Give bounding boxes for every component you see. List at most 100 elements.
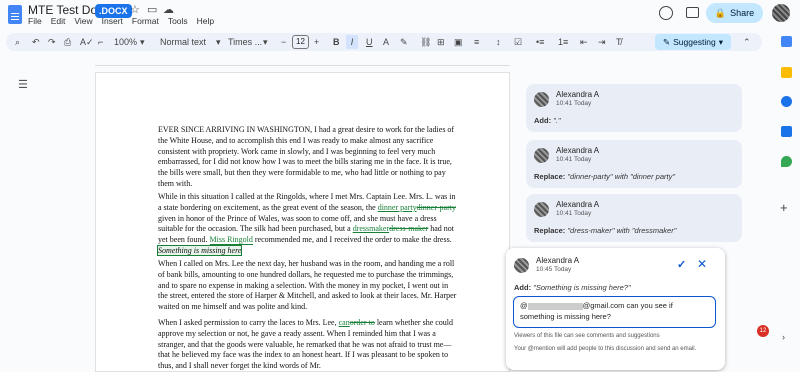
chevron-down-icon: ▾ xyxy=(718,36,723,47)
suggested-insertion[interactable]: dressmaker xyxy=(353,224,389,233)
contacts-icon[interactable] xyxy=(781,126,792,137)
pencil-icon: ✎ xyxy=(663,36,671,47)
share-label: Share xyxy=(730,8,755,18)
paragraph: EVER SINCE ARRIVING IN WASHINGTON, I had… xyxy=(158,125,455,188)
mention-note: Your @mention will add people to this di… xyxy=(514,346,697,352)
bulleted-list-icon[interactable]: •≡ xyxy=(536,35,544,49)
decrease-font-icon[interactable]: − xyxy=(281,35,286,49)
suggested-deletion[interactable]: dinner-party xyxy=(417,203,456,212)
style-select[interactable]: Normal text xyxy=(160,35,206,49)
folder-move-icon[interactable]: ▭ xyxy=(147,3,157,16)
suggestion-card[interactable]: Alexandra A 10:41 Today Replace: "dress-… xyxy=(526,194,742,242)
redacted-email xyxy=(527,302,583,310)
avatar xyxy=(534,202,549,217)
comments-icon[interactable] xyxy=(686,7,699,18)
mode-label: Suggesting xyxy=(673,37,716,47)
paragraph: When I asked permission to carry the lac… xyxy=(158,318,454,371)
menu-view[interactable]: View xyxy=(74,16,92,26)
paragraph: While in this situation I called at the … xyxy=(156,192,456,256)
avatar xyxy=(514,258,529,273)
suggestion-text: Replace: "dinner-party" with "dinner par… xyxy=(534,172,676,181)
chevron-down-icon: ▾ xyxy=(216,37,221,47)
menu-file[interactable]: File xyxy=(28,16,42,26)
suggested-deletion[interactable]: dress-maker xyxy=(389,224,428,233)
print-icon[interactable]: ⎙ xyxy=(64,35,71,49)
version-history-icon[interactable] xyxy=(659,6,673,20)
keep-icon[interactable] xyxy=(781,67,792,78)
commenter-name: Alexandra A xyxy=(556,200,600,209)
increase-indent-icon[interactable]: ⇥ xyxy=(598,35,606,49)
suggested-insertion[interactable]: dinner party xyxy=(378,203,417,212)
paragraph: When I called on Mrs. Lee the next day, … xyxy=(158,259,457,312)
highlight-icon[interactable]: ✎ xyxy=(400,35,408,49)
increase-font-icon[interactable]: + xyxy=(314,35,319,49)
font-size-input[interactable]: 12 xyxy=(292,35,309,49)
paint-format-icon[interactable]: ⌐ xyxy=(98,35,103,49)
suggesting-mode-button[interactable]: ✎ Suggesting ▾ xyxy=(655,34,731,50)
suggestion-text: Add: "Something is missing here?" xyxy=(514,283,631,292)
avatar xyxy=(534,92,549,107)
star-icon[interactable]: ☆ xyxy=(130,3,140,16)
comment-time: 10:41 Today xyxy=(556,210,592,217)
cloud-icon[interactable]: ☁ xyxy=(163,3,174,16)
comment-time: 10:45 Today xyxy=(536,266,572,273)
italic-icon[interactable]: I xyxy=(346,35,358,49)
account-avatar[interactable] xyxy=(772,4,790,22)
reject-suggestion-icon[interactable]: ✕ xyxy=(697,257,707,271)
menu-edit[interactable]: Edit xyxy=(51,16,66,26)
commenter-name: Alexandra A xyxy=(556,146,600,155)
reply-input[interactable]: @ @gmail.com can you see if something is … xyxy=(513,296,716,328)
suggestion-text: Add: "." xyxy=(534,116,561,125)
suggestion-card[interactable]: Alexandra A 10:41 Today Replace: "dinner… xyxy=(526,140,742,188)
active-suggestion-card[interactable]: Alexandra A 10:45 Today ✓ ✕ Add: "Someth… xyxy=(506,248,725,370)
mention-prefix: @ xyxy=(520,301,528,310)
chevron-right-icon[interactable]: › xyxy=(782,332,785,342)
add-ons-icon[interactable]: + xyxy=(780,200,788,215)
chevron-down-icon: ▾ xyxy=(263,37,268,47)
menu-bar: File Edit View Insert Format Tools Help xyxy=(28,16,214,26)
suggested-insertion[interactable]: can xyxy=(339,318,350,327)
outline-icon[interactable]: ☰ xyxy=(18,78,28,91)
commenter-name: Alexandra A xyxy=(536,256,580,265)
collapse-toolbar-icon[interactable]: ⌃ xyxy=(743,35,751,49)
checklist-icon[interactable]: ☑ xyxy=(514,35,522,49)
image-icon[interactable]: ▣ xyxy=(454,35,463,49)
docs-logo-icon[interactable] xyxy=(8,5,22,24)
bold-icon[interactable]: B xyxy=(333,35,340,49)
line-spacing-icon[interactable]: ↕ xyxy=(496,35,501,49)
redo-icon[interactable]: ↷ xyxy=(48,35,56,49)
ruler[interactable] xyxy=(95,56,510,66)
zoom-select[interactable]: 100% xyxy=(114,35,137,49)
add-comment-icon[interactable]: ⊞ xyxy=(437,35,445,49)
numbered-list-icon[interactable]: 1≡ xyxy=(558,35,568,49)
commenter-name: Alexandra A xyxy=(556,90,600,99)
calendar-icon[interactable] xyxy=(781,36,792,47)
lock-icon: 🔒 xyxy=(714,7,727,18)
menu-format[interactable]: Format xyxy=(132,16,159,26)
search-menus-icon[interactable]: ⌕ xyxy=(15,35,20,49)
suggestion-card[interactable]: Alexandra A 10:41 Today Add: "." xyxy=(526,84,742,132)
align-icon[interactable]: ≡ xyxy=(474,35,479,49)
clear-formatting-icon[interactable]: T̸ xyxy=(616,35,622,49)
commented-text[interactable]: Something is missing here xyxy=(156,244,243,256)
share-button[interactable]: 🔒 Share xyxy=(706,3,763,23)
undo-icon[interactable]: ↶ xyxy=(32,35,40,49)
notification-badge[interactable]: 12 xyxy=(757,325,769,337)
link-icon[interactable]: ⛓ xyxy=(420,35,431,49)
comment-time: 10:41 Today xyxy=(556,100,592,107)
suggested-deletion[interactable]: order to xyxy=(350,318,375,327)
text-color-icon[interactable]: A xyxy=(383,35,389,49)
suggestion-text: Replace: "dress-maker" with "dressmaker" xyxy=(534,226,677,235)
tasks-icon[interactable] xyxy=(781,96,792,107)
maps-icon[interactable] xyxy=(781,156,792,167)
menu-help[interactable]: Help xyxy=(197,16,214,26)
menu-insert[interactable]: Insert xyxy=(102,16,123,26)
underline-icon[interactable]: U xyxy=(366,35,373,49)
avatar xyxy=(534,148,549,163)
spellcheck-icon[interactable]: A✓ xyxy=(80,35,94,49)
font-select[interactable]: Times ... xyxy=(228,35,262,49)
menu-tools[interactable]: Tools xyxy=(168,16,188,26)
accept-suggestion-icon[interactable]: ✓ xyxy=(677,258,686,271)
suggested-text[interactable]: Miss Ringold xyxy=(209,235,253,246)
decrease-indent-icon[interactable]: ⇤ xyxy=(580,35,588,49)
